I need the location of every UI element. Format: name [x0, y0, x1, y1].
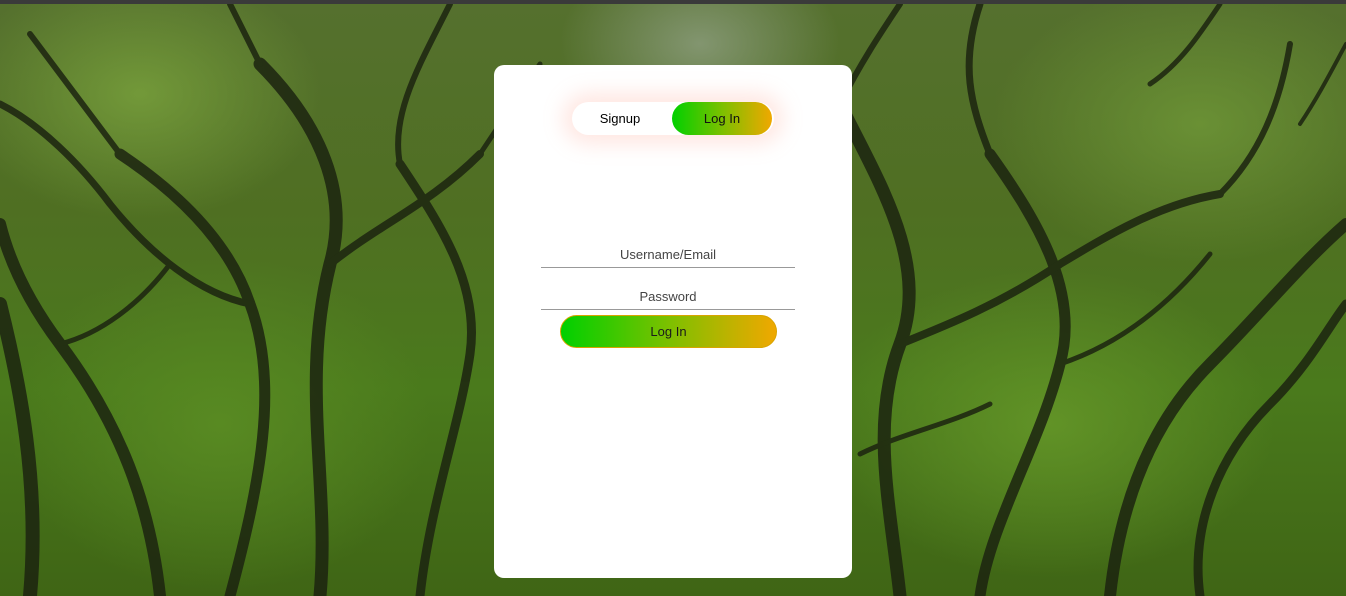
signup-tab-button[interactable]: Signup: [572, 102, 668, 135]
login-tab-button[interactable]: Log In: [672, 102, 772, 135]
password-input[interactable]: [541, 275, 795, 310]
login-submit-button[interactable]: Log In: [560, 315, 777, 348]
browser-top-bar: [0, 0, 1346, 4]
login-form: Log In: [541, 233, 795, 348]
auth-toggle: Signup Log In: [572, 102, 774, 135]
auth-card: Signup Log In Log In: [494, 65, 852, 578]
username-email-input[interactable]: [541, 233, 795, 268]
